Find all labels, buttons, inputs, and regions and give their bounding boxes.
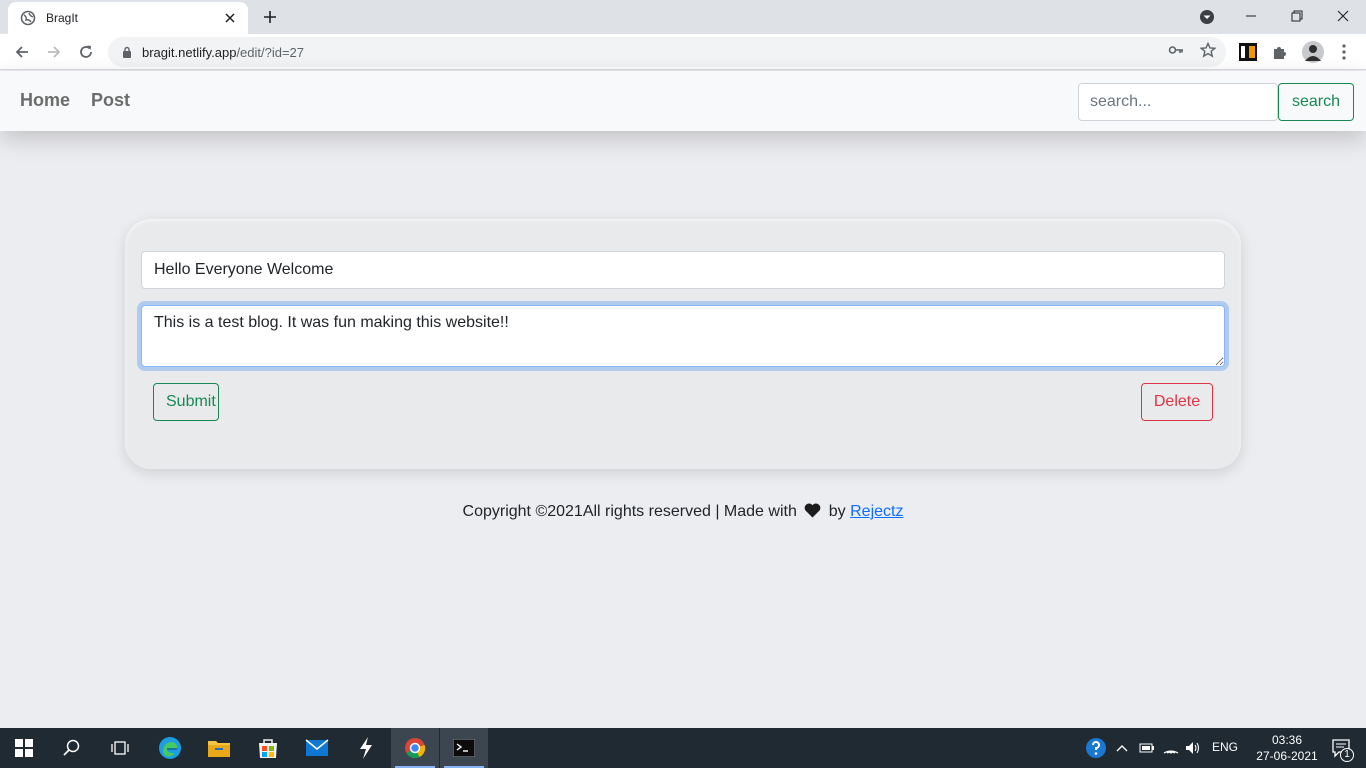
tab-title: BragIt	[46, 11, 79, 25]
clock-date: 27-06-2021	[1256, 749, 1318, 763]
nav-home-link[interactable]: Home	[20, 90, 70, 111]
browser-toolbar: bragit.netlify.app/edit/?id=27	[0, 34, 1366, 70]
task-view-icon[interactable]	[96, 728, 144, 768]
help-icon[interactable]	[1082, 728, 1110, 768]
post-title-input[interactable]	[141, 251, 1225, 289]
back-arrow-icon[interactable]	[9, 39, 35, 65]
mail-icon[interactable]	[293, 728, 341, 768]
notification-count-badge: 1	[1340, 748, 1354, 762]
taskbar-search-icon[interactable]	[48, 728, 96, 768]
footer-by: by	[828, 503, 846, 520]
url-path: /edit/?id=27	[236, 44, 305, 60]
forward-arrow-icon[interactable]	[41, 39, 67, 65]
restore-icon[interactable]	[1274, 0, 1320, 32]
lock-icon[interactable]	[120, 45, 134, 59]
file-explorer-icon[interactable]	[195, 728, 243, 768]
nav-post-link[interactable]: Post	[91, 90, 130, 111]
store-icon[interactable]	[244, 728, 292, 768]
browser-tab[interactable]: BragIt	[8, 2, 248, 34]
puzzle-icon[interactable]	[1270, 42, 1290, 62]
avatar[interactable]	[1301, 40, 1325, 64]
page-content: Home Post search This is a test blog. It…	[0, 71, 1366, 728]
wifi-icon[interactable]	[1160, 728, 1182, 768]
reload-icon[interactable]	[73, 39, 99, 65]
taskbar-clock[interactable]: 03:36 27-06-2021	[1256, 732, 1318, 764]
terminal-icon[interactable]	[440, 728, 488, 768]
submit-button[interactable]: Submit	[153, 383, 219, 421]
tab-search-icon[interactable]	[1196, 6, 1218, 28]
site-navbar: Home Post search	[0, 71, 1366, 131]
bookmark-star-icon[interactable]	[1199, 41, 1217, 59]
language-indicator[interactable]: ENG	[1212, 740, 1238, 754]
edit-post-card: This is a test blog. It was fun making t…	[125, 219, 1241, 469]
post-body-textarea[interactable]: This is a test blog. It was fun making t…	[141, 305, 1225, 367]
address-bar[interactable]: bragit.netlify.app/edit/?id=27	[108, 37, 1226, 67]
notification-icon[interactable]: 1	[1318, 728, 1366, 768]
extension-icon[interactable]	[1238, 42, 1258, 62]
battery-icon[interactable]	[1136, 728, 1158, 768]
close-tab-icon[interactable]	[222, 10, 238, 26]
new-tab-icon[interactable]	[258, 6, 282, 28]
edge-browser-icon[interactable]	[146, 728, 194, 768]
minimize-icon[interactable]	[1228, 0, 1274, 32]
windows-taskbar: ENG 03:36 27-06-2021 1	[0, 728, 1366, 768]
search-input[interactable]	[1078, 83, 1278, 121]
delete-button[interactable]: Delete	[1141, 383, 1213, 421]
more-menu-icon[interactable]	[1334, 42, 1354, 62]
volume-icon[interactable]	[1182, 728, 1204, 768]
chevron-up-icon[interactable]	[1112, 728, 1132, 768]
author-link[interactable]: Rejectz	[850, 503, 903, 520]
chrome-taskbar-icon[interactable]	[391, 728, 439, 768]
lightning-app-icon[interactable]	[342, 728, 390, 768]
url-host: bragit.netlify.app	[142, 44, 237, 60]
close-window-icon[interactable]	[1320, 0, 1366, 32]
site-footer: Copyright ©2021All rights reserved | Mad…	[0, 503, 1366, 523]
footer-copyright: Copyright ©2021All rights reserved | Mad…	[462, 503, 797, 520]
heart-icon	[804, 503, 821, 523]
browser-tab-strip: BragIt	[0, 0, 1366, 34]
clock-time: 03:36	[1271, 733, 1303, 747]
url-text: bragit.netlify.app/edit/?id=27	[142, 45, 304, 60]
key-icon[interactable]	[1167, 41, 1185, 59]
globe-icon	[20, 10, 36, 26]
windows-start-icon[interactable]	[0, 728, 48, 768]
search-button[interactable]: search	[1278, 83, 1354, 121]
